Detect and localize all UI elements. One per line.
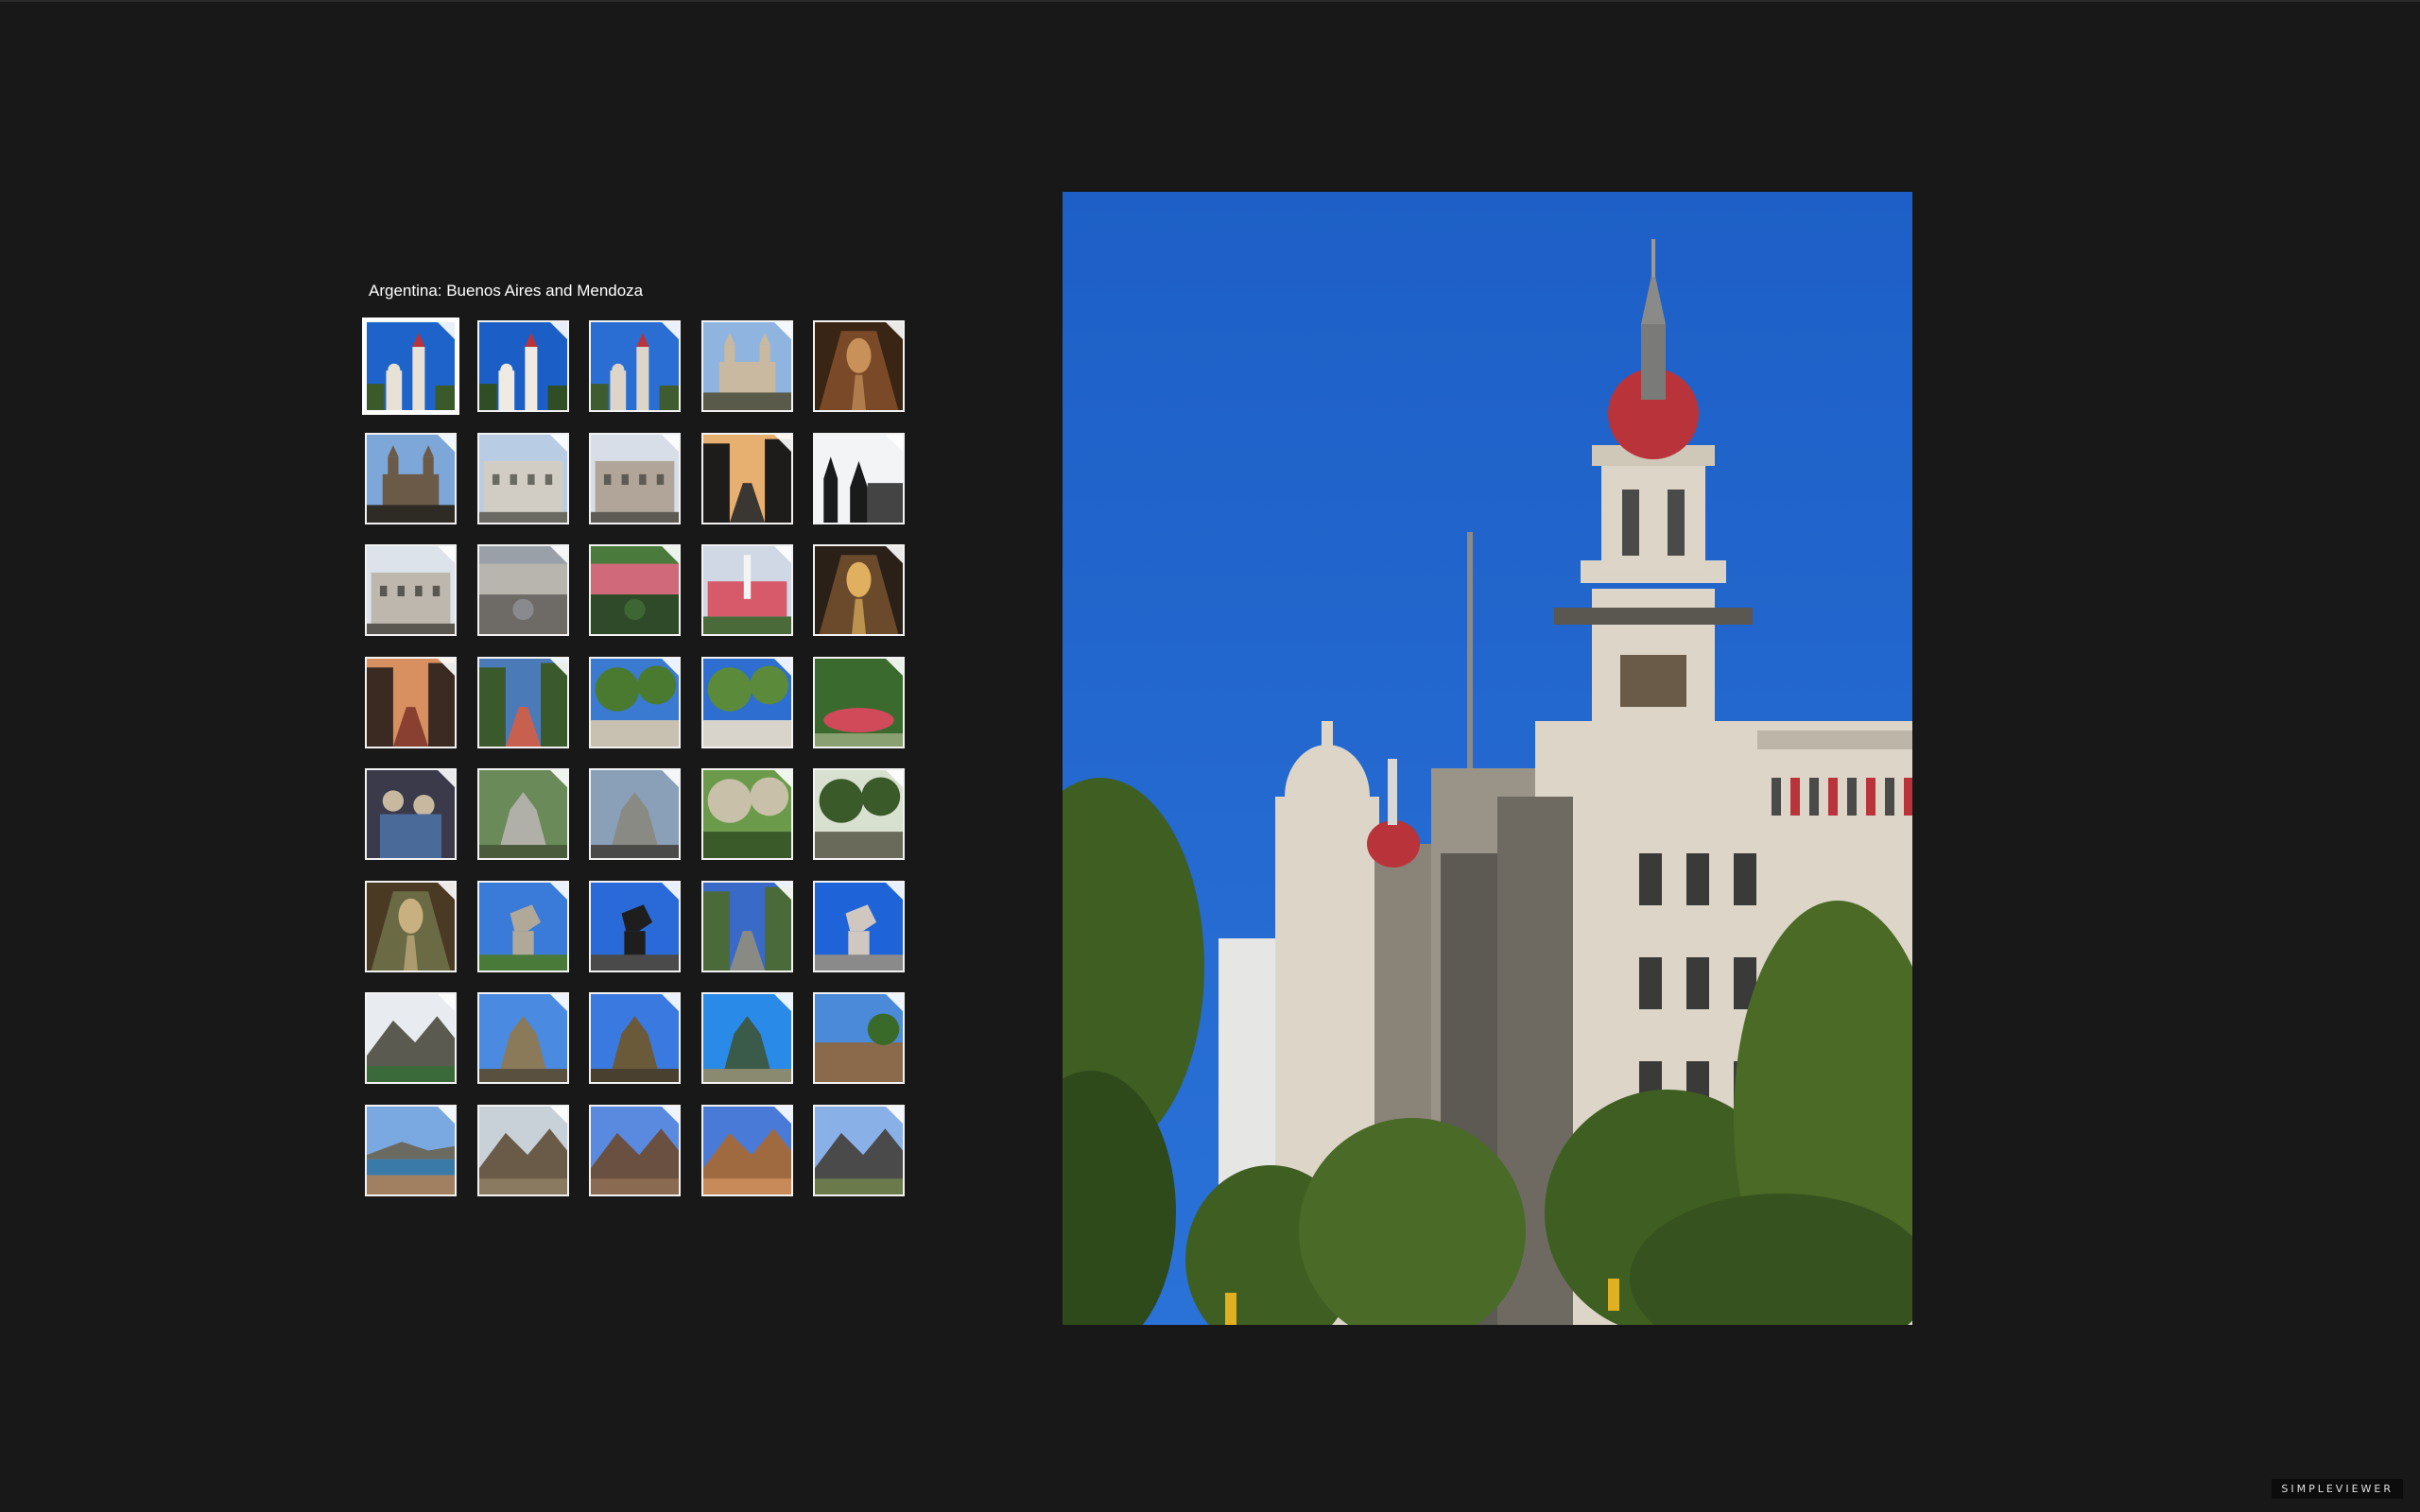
page-curl-icon — [886, 994, 903, 1011]
page-curl-icon — [886, 434, 903, 452]
thumbnail-38[interactable] — [589, 1104, 681, 1196]
page-curl-icon — [773, 434, 791, 452]
page-curl-icon — [549, 882, 567, 900]
page-curl-icon — [662, 1106, 679, 1124]
page-curl-icon — [549, 434, 567, 452]
thumbnail-19[interactable] — [700, 656, 793, 748]
thumbnail-grid — [362, 318, 908, 1196]
page-curl-icon — [438, 1106, 455, 1124]
page-curl-icon — [886, 658, 903, 676]
page-curl-icon — [662, 882, 679, 900]
page-curl-icon — [886, 1106, 903, 1124]
page-curl-icon — [886, 882, 903, 900]
thumbnail-21[interactable] — [365, 768, 457, 860]
main-photo[interactable] — [1063, 192, 1912, 1325]
page-curl-icon — [549, 994, 567, 1011]
page-curl-icon — [549, 322, 567, 339]
page-curl-icon — [773, 994, 791, 1011]
thumbnail-26[interactable] — [365, 880, 457, 972]
thumbnail-4[interactable] — [700, 320, 793, 412]
simpleviewer-page: Argentina: Buenos Aires and Mendoza SIMP… — [0, 0, 2420, 1512]
thumbnail-7[interactable] — [476, 432, 569, 524]
page-curl-icon — [549, 770, 567, 787]
page-curl-icon — [438, 434, 455, 452]
page-curl-icon — [662, 994, 679, 1011]
page-curl-icon — [773, 770, 791, 787]
thumbnail-10[interactable] — [813, 432, 905, 524]
thumbnail-34[interactable] — [700, 992, 793, 1084]
page-curl-icon — [438, 882, 455, 900]
thumbnail-36[interactable] — [365, 1104, 457, 1196]
page-curl-icon — [773, 658, 791, 676]
page-curl-icon — [438, 322, 455, 339]
thumbnail-35[interactable] — [813, 992, 905, 1084]
thumbnail-17[interactable] — [476, 656, 569, 748]
thumbnail-1[interactable] — [362, 318, 459, 415]
thumbnail-22[interactable] — [476, 768, 569, 860]
thumbnail-29[interactable] — [700, 880, 793, 972]
thumbnail-8[interactable] — [589, 432, 681, 524]
page-curl-icon — [662, 658, 679, 676]
thumbnail-32[interactable] — [476, 992, 569, 1084]
thumbnail-40[interactable] — [813, 1104, 905, 1196]
thumbnail-25[interactable] — [813, 768, 905, 860]
simpleviewer-logo[interactable]: SIMPLEVIEWER — [2272, 1479, 2403, 1499]
page-curl-icon — [549, 546, 567, 563]
thumbnail-20[interactable] — [813, 656, 905, 748]
page-curl-icon — [773, 546, 791, 563]
thumbnail-33[interactable] — [589, 992, 681, 1084]
page-curl-icon — [549, 1106, 567, 1124]
thumbnail-3[interactable] — [589, 320, 681, 412]
thumbnail-31[interactable] — [365, 992, 457, 1084]
page-curl-icon — [886, 546, 903, 563]
thumbnail-37[interactable] — [476, 1104, 569, 1196]
thumbnail-13[interactable] — [589, 544, 681, 636]
page-curl-icon — [662, 546, 679, 563]
page-curl-icon — [662, 322, 679, 339]
thumbnail-15[interactable] — [813, 544, 905, 636]
thumbnail-23[interactable] — [589, 768, 681, 860]
page-curl-icon — [438, 770, 455, 787]
page-curl-icon — [438, 546, 455, 563]
page-curl-icon — [886, 322, 903, 339]
page-curl-icon — [773, 322, 791, 339]
gallery-title: Argentina: Buenos Aires and Mendoza — [369, 282, 644, 300]
thumbnail-39[interactable] — [700, 1104, 793, 1196]
page-curl-icon — [438, 658, 455, 676]
thumbnail-2[interactable] — [476, 320, 569, 412]
thumbnail-27[interactable] — [476, 880, 569, 972]
thumbnail-6[interactable] — [365, 432, 457, 524]
thumbnail-12[interactable] — [476, 544, 569, 636]
thumbnail-28[interactable] — [589, 880, 681, 972]
thumbnail-14[interactable] — [700, 544, 793, 636]
page-curl-icon — [549, 658, 567, 676]
thumbnail-16[interactable] — [365, 656, 457, 748]
page-curl-icon — [886, 770, 903, 787]
page-curl-icon — [773, 882, 791, 900]
thumbnail-30[interactable] — [813, 880, 905, 972]
thumbnail-18[interactable] — [589, 656, 681, 748]
page-curl-icon — [662, 434, 679, 452]
thumbnail-24[interactable] — [700, 768, 793, 860]
thumbnail-11[interactable] — [365, 544, 457, 636]
thumbnail-5[interactable] — [813, 320, 905, 412]
page-curl-icon — [438, 994, 455, 1011]
page-curl-icon — [662, 770, 679, 787]
thumbnail-9[interactable] — [700, 432, 793, 524]
main-photo-image — [1063, 192, 1912, 1325]
page-curl-icon — [773, 1106, 791, 1124]
